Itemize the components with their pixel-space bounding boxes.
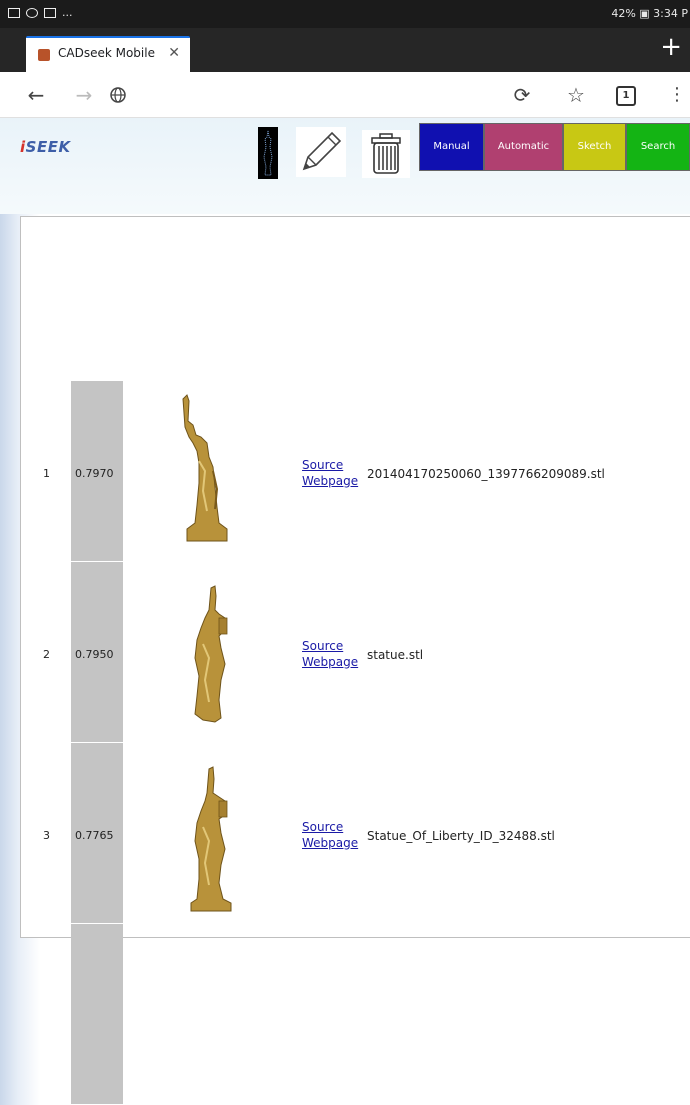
close-tab-icon[interactable]: ✕ <box>168 45 180 61</box>
model-thumbnail[interactable] <box>175 765 255 925</box>
result-score: 0.7765 <box>75 829 114 842</box>
result-row <box>21 924 690 1105</box>
result-rank: 3 <box>43 829 50 842</box>
result-score: 0.7970 <box>75 467 114 480</box>
app-header: iSEEK Manual Automatic Sketch Search <box>0 118 690 214</box>
result-filename: statue.stl <box>367 648 424 662</box>
result-row: 3 0.7765 Source Webpage Statue_Of_Libert… <box>21 743 690 924</box>
mail-icon <box>8 7 20 18</box>
back-icon[interactable]: ← <box>22 82 50 108</box>
automatic-button[interactable]: Automatic <box>484 123 563 171</box>
tab-switcher-button[interactable]: 1 <box>616 86 636 106</box>
result-rank: 1 <box>43 467 50 480</box>
sketch-thumbnail[interactable] <box>258 127 278 179</box>
status-bar: ... 42% ▣ 3:34 P <box>0 0 690 28</box>
new-tab-button[interactable]: + <box>660 34 682 60</box>
result-score: 0.7950 <box>75 648 114 661</box>
source-link[interactable]: Source <box>302 638 343 654</box>
manual-button[interactable]: Manual <box>419 123 484 171</box>
site-info-icon[interactable] <box>106 82 130 108</box>
score-cell <box>71 924 123 1104</box>
iseek-logo: iSEEK <box>20 138 71 156</box>
reload-icon[interactable]: ⟳ <box>508 82 536 108</box>
browser-tab[interactable]: CADseek Mobile ✕ <box>26 36 190 72</box>
sketch-button[interactable]: Sketch <box>563 123 626 171</box>
favicon-icon <box>38 49 50 61</box>
flipboard-icon <box>44 7 56 18</box>
webpage-link[interactable]: Webpage <box>302 835 358 851</box>
result-rank: 2 <box>43 648 50 661</box>
source-link[interactable]: Source <box>302 819 343 835</box>
tab-title: CADseek Mobile <box>58 46 155 60</box>
results-panel: 1 0.7970 Source Webpage 201404170250060_… <box>20 216 690 1104</box>
result-row: 2 0.7950 Source Webpage statue.stl <box>21 562 690 743</box>
status-text: 42% ▣ 3:34 P <box>611 7 688 20</box>
model-thumbnail[interactable] <box>169 391 249 551</box>
tab-strip: CADseek Mobile ✕ + <box>0 28 690 72</box>
more-notifications-icon: ... <box>62 6 73 19</box>
browser-toolbar: ← → ⟳ ☆ 1 ⋮ <box>0 72 690 118</box>
result-filename: Statue_Of_Liberty_ID_32488.stl <box>367 829 555 843</box>
webpage-link[interactable]: Webpage <box>302 654 358 670</box>
source-link[interactable]: Source <box>302 457 343 473</box>
result-row: 1 0.7970 Source Webpage 201404170250060_… <box>21 381 690 562</box>
result-filename: 201404170250060_1397766209089.stl <box>367 467 605 481</box>
notification-icon <box>26 7 38 18</box>
menu-icon[interactable]: ⋮ <box>668 82 686 108</box>
forward-icon[interactable]: → <box>70 82 98 108</box>
search-button[interactable]: Search <box>626 123 690 171</box>
pencil-icon[interactable] <box>296 127 346 177</box>
model-thumbnail[interactable] <box>175 584 255 744</box>
trash-icon[interactable] <box>362 130 410 178</box>
webpage-link[interactable]: Webpage <box>302 473 358 489</box>
bookmark-star-icon[interactable]: ☆ <box>562 82 590 108</box>
